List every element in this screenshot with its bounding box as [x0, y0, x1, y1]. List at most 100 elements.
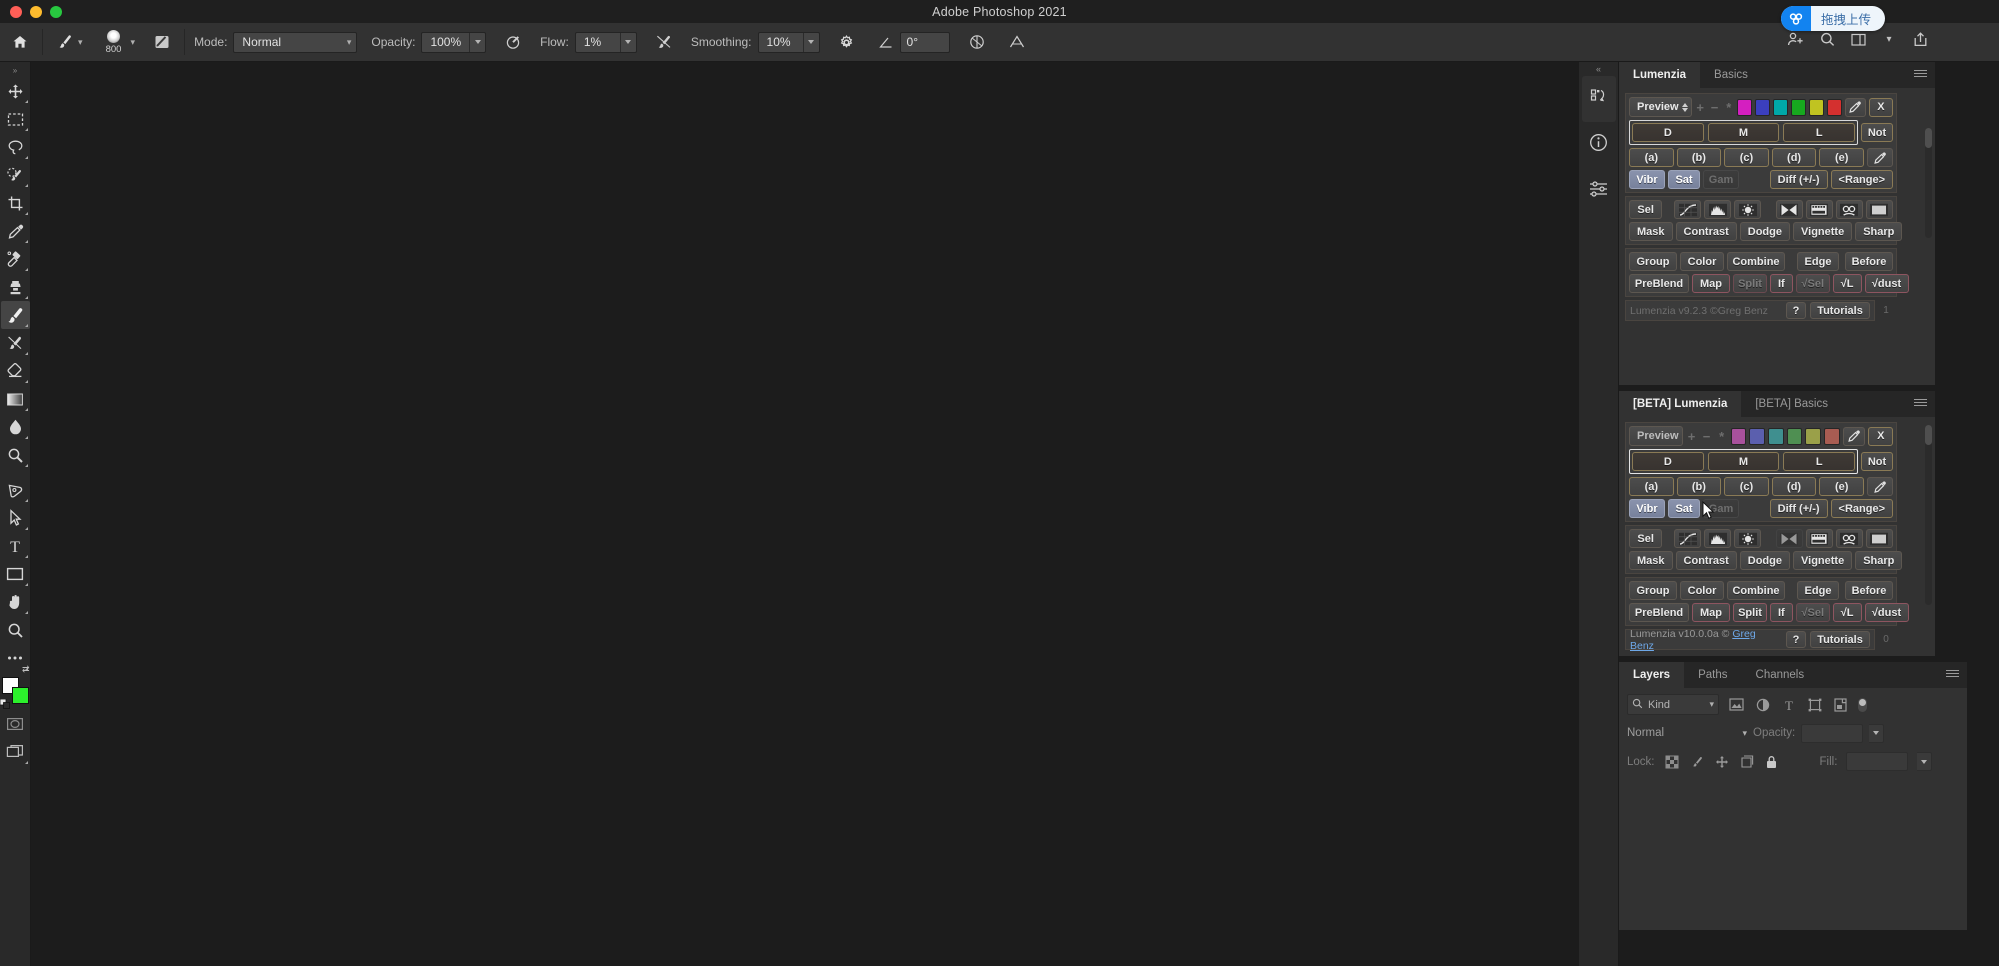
- solid-color-icon[interactable]: [1865, 200, 1893, 219]
- beta-contrast-button[interactable]: Contrast: [1675, 551, 1737, 570]
- saturation-button[interactable]: Sat: [1668, 170, 1700, 189]
- airbrush-button[interactable]: [644, 23, 684, 62]
- brush-settings-panel-button[interactable]: [142, 23, 182, 62]
- layer-fill-input[interactable]: [1846, 752, 1909, 771]
- beta-zone-light-button[interactable]: L: [1783, 452, 1856, 471]
- beta-add-selection-button[interactable]: +: [1686, 429, 1698, 444]
- canvas-empty-area[interactable]: [31, 62, 1579, 956]
- tab-paths[interactable]: Paths: [1684, 662, 1741, 688]
- type-layer-filter-icon[interactable]: T: [1780, 696, 1797, 713]
- vibrance-button[interactable]: Vibr: [1629, 170, 1665, 189]
- add-selection-button[interactable]: +: [1695, 100, 1706, 115]
- beta-sublevel-b-button[interactable]: (b): [1676, 477, 1722, 496]
- lock-image-pixels-icon[interactable]: [1689, 754, 1705, 770]
- group-button[interactable]: Group: [1629, 252, 1677, 271]
- tab-lumenzia[interactable]: Lumenzia: [1619, 62, 1701, 88]
- lumenzia-scrollbar[interactable]: [1925, 128, 1932, 238]
- chevron-down-icon[interactable]: ▾: [1880, 30, 1898, 48]
- beta-sublevel-e-button[interactable]: (e): [1819, 477, 1864, 496]
- workspace-switcher-icon[interactable]: [1849, 30, 1867, 48]
- collapse-panels-icon[interactable]: «: [1579, 62, 1619, 76]
- diff-button[interactable]: Diff (+/-): [1769, 170, 1828, 189]
- beta-check-dust-button[interactable]: √dust: [1864, 603, 1909, 622]
- sublevel-c-button[interactable]: (c): [1724, 148, 1769, 167]
- lasso-tool[interactable]: [1, 133, 30, 161]
- filter-enable-toggle[interactable]: [1858, 697, 1867, 712]
- hand-tool[interactable]: [1, 588, 30, 616]
- beta-color-sampler-button[interactable]: [1842, 426, 1866, 446]
- beta-zone-dark-button[interactable]: D: [1632, 452, 1704, 471]
- beta-sublevel-c-button[interactable]: (c): [1724, 477, 1769, 496]
- beta-clear-selection-button[interactable]: X: [1868, 426, 1894, 446]
- lock-transparent-pixels-icon[interactable]: [1664, 754, 1680, 770]
- pressure-opacity-button[interactable]: [493, 23, 533, 62]
- gradient-map-icon[interactable]: [1775, 529, 1803, 548]
- beta-color-swatch-magenta[interactable]: [1730, 427, 1747, 445]
- check-dust-button[interactable]: √dust: [1864, 274, 1909, 293]
- beta-subtract-selection-button[interactable]: −: [1701, 429, 1713, 444]
- tab-basics[interactable]: Basics: [1700, 62, 1762, 88]
- film-strip-icon[interactable]: [1805, 200, 1833, 219]
- pen-tool[interactable]: [1, 476, 30, 504]
- check-sel-button[interactable]: √Sel: [1795, 274, 1830, 293]
- beta-sel-button[interactable]: Sel: [1629, 529, 1663, 548]
- help-button[interactable]: ?: [1786, 302, 1806, 319]
- lock-all-icon[interactable]: [1764, 754, 1780, 770]
- color-sampler-button[interactable]: [1844, 97, 1866, 117]
- beta-edge-button[interactable]: Edge: [1797, 581, 1839, 600]
- check-l-button[interactable]: √L: [1832, 274, 1862, 293]
- beta-range-button[interactable]: <Range>: [1830, 499, 1893, 518]
- panel-menu-icon[interactable]: [1914, 399, 1927, 406]
- panel-menu-icon[interactable]: [1946, 670, 1959, 677]
- edge-button[interactable]: Edge: [1797, 252, 1839, 271]
- tab-beta-basics[interactable]: [BETA] Basics: [1741, 391, 1842, 417]
- color-balance-icon[interactable]: [1835, 200, 1863, 219]
- smoothing-options-button[interactable]: [827, 23, 867, 62]
- sample-point-button[interactable]: [1866, 148, 1893, 167]
- beta-check-sel-button[interactable]: √Sel: [1795, 603, 1830, 622]
- not-button[interactable]: Not: [1861, 123, 1893, 142]
- beta-split-button[interactable]: Split: [1733, 603, 1767, 622]
- beta-color-swatch-cyan[interactable]: [1768, 427, 1784, 445]
- crop-tool[interactable]: [1, 189, 30, 217]
- curves-icon[interactable]: [1674, 529, 1702, 548]
- clone-stamp-tool[interactable]: [1, 273, 30, 301]
- contrast-button[interactable]: Contrast: [1675, 222, 1737, 241]
- layer-opacity-input[interactable]: [1801, 723, 1864, 743]
- beta-saturation-button[interactable]: Sat: [1668, 499, 1700, 518]
- layer-fill-caret[interactable]: [1917, 752, 1933, 771]
- expand-toolbar-icon[interactable]: »: [0, 64, 31, 77]
- beta-combine-button[interactable]: Combine: [1727, 581, 1785, 600]
- levels-icon[interactable]: [1704, 200, 1732, 219]
- preblend-button[interactable]: PreBlend: [1629, 274, 1689, 293]
- smoothing-stepper[interactable]: 10%: [757, 31, 820, 53]
- path-selection-tool[interactable]: [1, 504, 30, 532]
- panel-menu-icon[interactable]: [1914, 70, 1927, 77]
- tab-layers[interactable]: Layers: [1619, 662, 1685, 688]
- swap-colors-icon[interactable]: ⇄: [22, 664, 30, 675]
- gamut-button[interactable]: Gam: [1703, 170, 1739, 189]
- flow-stepper[interactable]: 1%: [574, 31, 637, 53]
- shape-layer-filter-icon[interactable]: [1806, 696, 1823, 713]
- object-selection-tool[interactable]: [1, 161, 30, 189]
- chevron-down-icon[interactable]: [469, 32, 485, 52]
- subtract-selection-button[interactable]: −: [1709, 100, 1720, 115]
- symmetry-button[interactable]: [957, 23, 997, 62]
- tab-channels[interactable]: Channels: [1742, 662, 1819, 688]
- beta-mask-button[interactable]: Mask: [1629, 551, 1673, 570]
- color-swatch-red[interactable]: [1826, 98, 1842, 116]
- pixel-layer-filter-icon[interactable]: [1728, 696, 1745, 713]
- search-icon[interactable]: [1818, 30, 1836, 48]
- share-export-icon[interactable]: [1911, 30, 1929, 48]
- add-collaborator-icon[interactable]: [1787, 30, 1805, 48]
- color-swatch-yellow[interactable]: [1808, 98, 1824, 116]
- dodge-tool[interactable]: [1, 441, 30, 469]
- color-swatch-blue[interactable]: [1755, 98, 1771, 116]
- dodge-button[interactable]: Dodge: [1739, 222, 1790, 241]
- blur-tool[interactable]: [1, 413, 30, 441]
- rectangle-tool[interactable]: [1, 560, 30, 588]
- layer-kind-filter[interactable]: Kind ▾: [1627, 694, 1719, 715]
- beta-preblend-button[interactable]: PreBlend: [1629, 603, 1689, 622]
- lock-artboard-nesting-icon[interactable]: [1739, 754, 1755, 770]
- beta-color-button[interactable]: Color: [1680, 581, 1724, 600]
